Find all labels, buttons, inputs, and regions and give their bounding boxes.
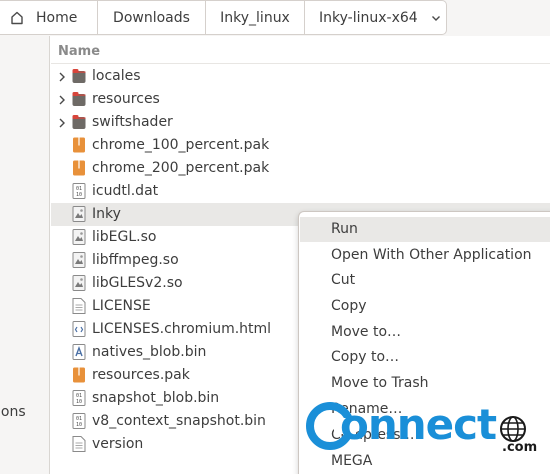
file-name: LICENSE xyxy=(92,298,151,314)
folder-icon xyxy=(72,114,86,130)
home-icon xyxy=(11,11,23,24)
text-file-icon xyxy=(72,436,86,452)
text-file-icon xyxy=(72,298,86,314)
file-name: icudtl.dat xyxy=(92,183,159,199)
file-name: libEGL.so xyxy=(92,229,157,245)
crumb-inky-linux[interactable]: Inky_linux xyxy=(206,1,305,34)
menu-item-cut[interactable]: Cut xyxy=(300,268,550,293)
menu-item-move-to-trash[interactable]: Move to Trash xyxy=(300,371,550,396)
archive-icon xyxy=(72,137,86,153)
binary-file-icon: 01 10 xyxy=(72,413,86,429)
file-row[interactable]: chrome_100_percent.pak xyxy=(51,134,550,157)
file-name: snapshot_blob.bin xyxy=(92,390,220,406)
crumb-inky-linux-label: Inky_linux xyxy=(220,9,290,26)
crumb-home-label: Home xyxy=(36,9,78,26)
sidebar: ions xyxy=(0,36,50,474)
file-name: LICENSES.chromium.html xyxy=(92,321,272,337)
expand-arrow-icon[interactable] xyxy=(58,118,66,128)
folder-icon xyxy=(72,91,86,107)
crumb-downloads[interactable]: Downloads xyxy=(98,1,206,34)
watermark: onnect .com xyxy=(302,398,550,474)
file-name: locales xyxy=(92,68,141,84)
column-header[interactable]: Name xyxy=(51,40,550,64)
image-file-icon xyxy=(72,229,86,245)
breadcrumb: Home Downloads Inky_linux Inky-linux-x64 xyxy=(0,0,447,35)
path-bar: Home Downloads Inky_linux Inky-linux-x64 xyxy=(0,0,550,36)
file-name: Inky xyxy=(92,206,121,222)
expand-arrow-icon[interactable] xyxy=(58,95,66,105)
file-row[interactable]: locales xyxy=(51,65,550,88)
svg-text:10: 10 xyxy=(76,192,82,198)
file-row[interactable]: resources xyxy=(51,88,550,111)
html-file-icon xyxy=(72,321,86,337)
binary-file-icon xyxy=(72,344,86,360)
expand-arrow-icon[interactable] xyxy=(58,72,66,82)
menu-item-open-with-other-application[interactable]: Open With Other Application xyxy=(300,243,550,268)
file-row[interactable]: swiftshader xyxy=(51,111,550,134)
file-name: resources xyxy=(92,91,160,107)
menu-item-copy-to[interactable]: Copy to… xyxy=(300,345,550,370)
folder-icon xyxy=(72,68,86,84)
binary-file-icon: 01 10 xyxy=(72,183,86,199)
column-header-name[interactable]: Name xyxy=(58,44,100,59)
crumb-home[interactable]: Home xyxy=(0,1,98,34)
chevron-down-icon[interactable] xyxy=(431,13,441,23)
crumb-inky-linux-x64[interactable]: Inky-linux-x64 xyxy=(305,1,446,34)
image-file-icon xyxy=(72,206,86,222)
file-name: libffmpeg.so xyxy=(92,252,179,268)
menu-item-move-to[interactable]: Move to… xyxy=(300,320,550,345)
file-name: libGLESv2.so xyxy=(92,275,183,291)
file-row[interactable]: 01 10 icudtl.dat xyxy=(51,180,550,203)
file-name: swiftshader xyxy=(92,114,173,130)
file-name: resources.pak xyxy=(92,367,190,383)
file-row[interactable]: chrome_200_percent.pak xyxy=(51,157,550,180)
crumb-downloads-label: Downloads xyxy=(113,9,190,26)
file-name: version xyxy=(92,436,144,452)
watermark-suffix: .com xyxy=(502,440,538,455)
menu-item-copy[interactable]: Copy xyxy=(300,294,550,319)
svg-text:10: 10 xyxy=(76,399,82,405)
image-file-icon xyxy=(72,252,86,268)
crumb-inky-linux-x64-label: Inky-linux-x64 xyxy=(319,9,418,26)
watermark-text: onnect xyxy=(340,400,497,449)
file-name: natives_blob.bin xyxy=(92,344,207,360)
sidebar-item-label[interactable]: ions xyxy=(0,404,26,420)
file-name: v8_context_snapshot.bin xyxy=(92,413,266,429)
archive-icon xyxy=(72,160,86,176)
file-name: chrome_100_percent.pak xyxy=(92,137,270,153)
image-file-icon xyxy=(72,275,86,291)
binary-file-icon: 01 10 xyxy=(72,390,86,406)
menu-item-run[interactable]: Run xyxy=(300,217,550,242)
file-name: chrome_200_percent.pak xyxy=(92,160,270,176)
archive-icon xyxy=(72,367,86,383)
svg-text:10: 10 xyxy=(76,422,82,428)
